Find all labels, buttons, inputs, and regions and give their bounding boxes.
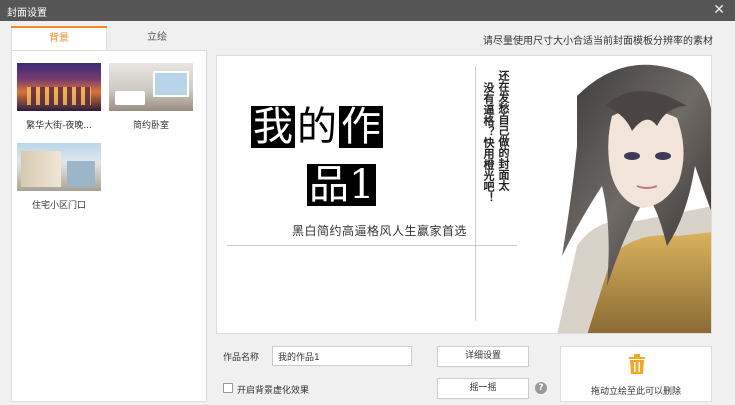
background-thumbnail — [17, 143, 101, 191]
resolution-hint: 请尽量使用尺寸大小合适当前封面模板分辨率的素材 — [483, 36, 713, 47]
tab-background[interactable]: 背景 — [11, 26, 107, 50]
title-bar: 封面设置 ✕ — [0, 0, 735, 21]
cover-title-char: 作 — [339, 104, 383, 150]
cover-vertical-text: 还在发愁自己做的封面太 — [497, 70, 510, 191]
delete-hint: 拖动立绘至此可以删除 — [590, 387, 681, 397]
work-name-label: 作品名称 — [223, 353, 260, 363]
background-item-residential-gate[interactable]: 住宅小区门口 — [17, 143, 101, 211]
detail-settings-button[interactable]: 详细设置 — [437, 346, 529, 367]
character-portrait[interactable] — [517, 56, 712, 334]
background-list: 繁华大街-夜晚... 简约卧室 住宅小区门口 — [11, 50, 207, 402]
help-icon[interactable]: ? — [535, 382, 547, 394]
background-blur-checkbox[interactable] — [223, 383, 233, 393]
cover-title-line-1: 我的作 — [251, 106, 383, 148]
background-thumbnail — [17, 63, 101, 111]
background-item-street-night[interactable]: 繁华大街-夜晚... — [17, 63, 101, 131]
window-title: 封面设置 — [7, 8, 47, 19]
background-item-bedroom[interactable]: 简约卧室 — [109, 63, 193, 131]
background-item-label: 简约卧室 — [132, 121, 169, 131]
close-icon[interactable]: ✕ — [713, 2, 725, 18]
shake-button[interactable]: 摇一摇 — [437, 378, 529, 399]
background-item-label: 繁华大街-夜晚... — [26, 121, 92, 131]
divider-horizontal — [227, 245, 517, 246]
tab-portrait[interactable]: 立绘 — [108, 26, 206, 50]
cover-vertical-text: 没有逼格？快用橙光吧！ — [482, 82, 495, 203]
cover-title-char: 品1 — [307, 162, 377, 208]
divider-vertical — [475, 66, 476, 321]
cover-title-char: 的 — [295, 104, 339, 150]
delete-drop-zone[interactable]: 拖动立绘至此可以删除 — [560, 346, 712, 402]
cover-subtitle: 黑白简约高逼格风人生赢家首选 — [292, 224, 468, 238]
cover-title-line-2: 品1 — [307, 162, 377, 208]
cover-title-char: 我 — [251, 104, 295, 150]
work-name-input[interactable] — [272, 346, 412, 366]
background-item-label: 住宅小区门口 — [31, 201, 86, 211]
background-thumbnail — [109, 63, 193, 111]
background-blur-label: 开启背景虚化效果 — [237, 386, 310, 396]
trash-icon — [629, 354, 645, 374]
cover-preview: 我的作 品1 黑白简约高逼格风人生赢家首选 还在发愁自己做的封面太 没有逼格？快… — [216, 55, 712, 334]
